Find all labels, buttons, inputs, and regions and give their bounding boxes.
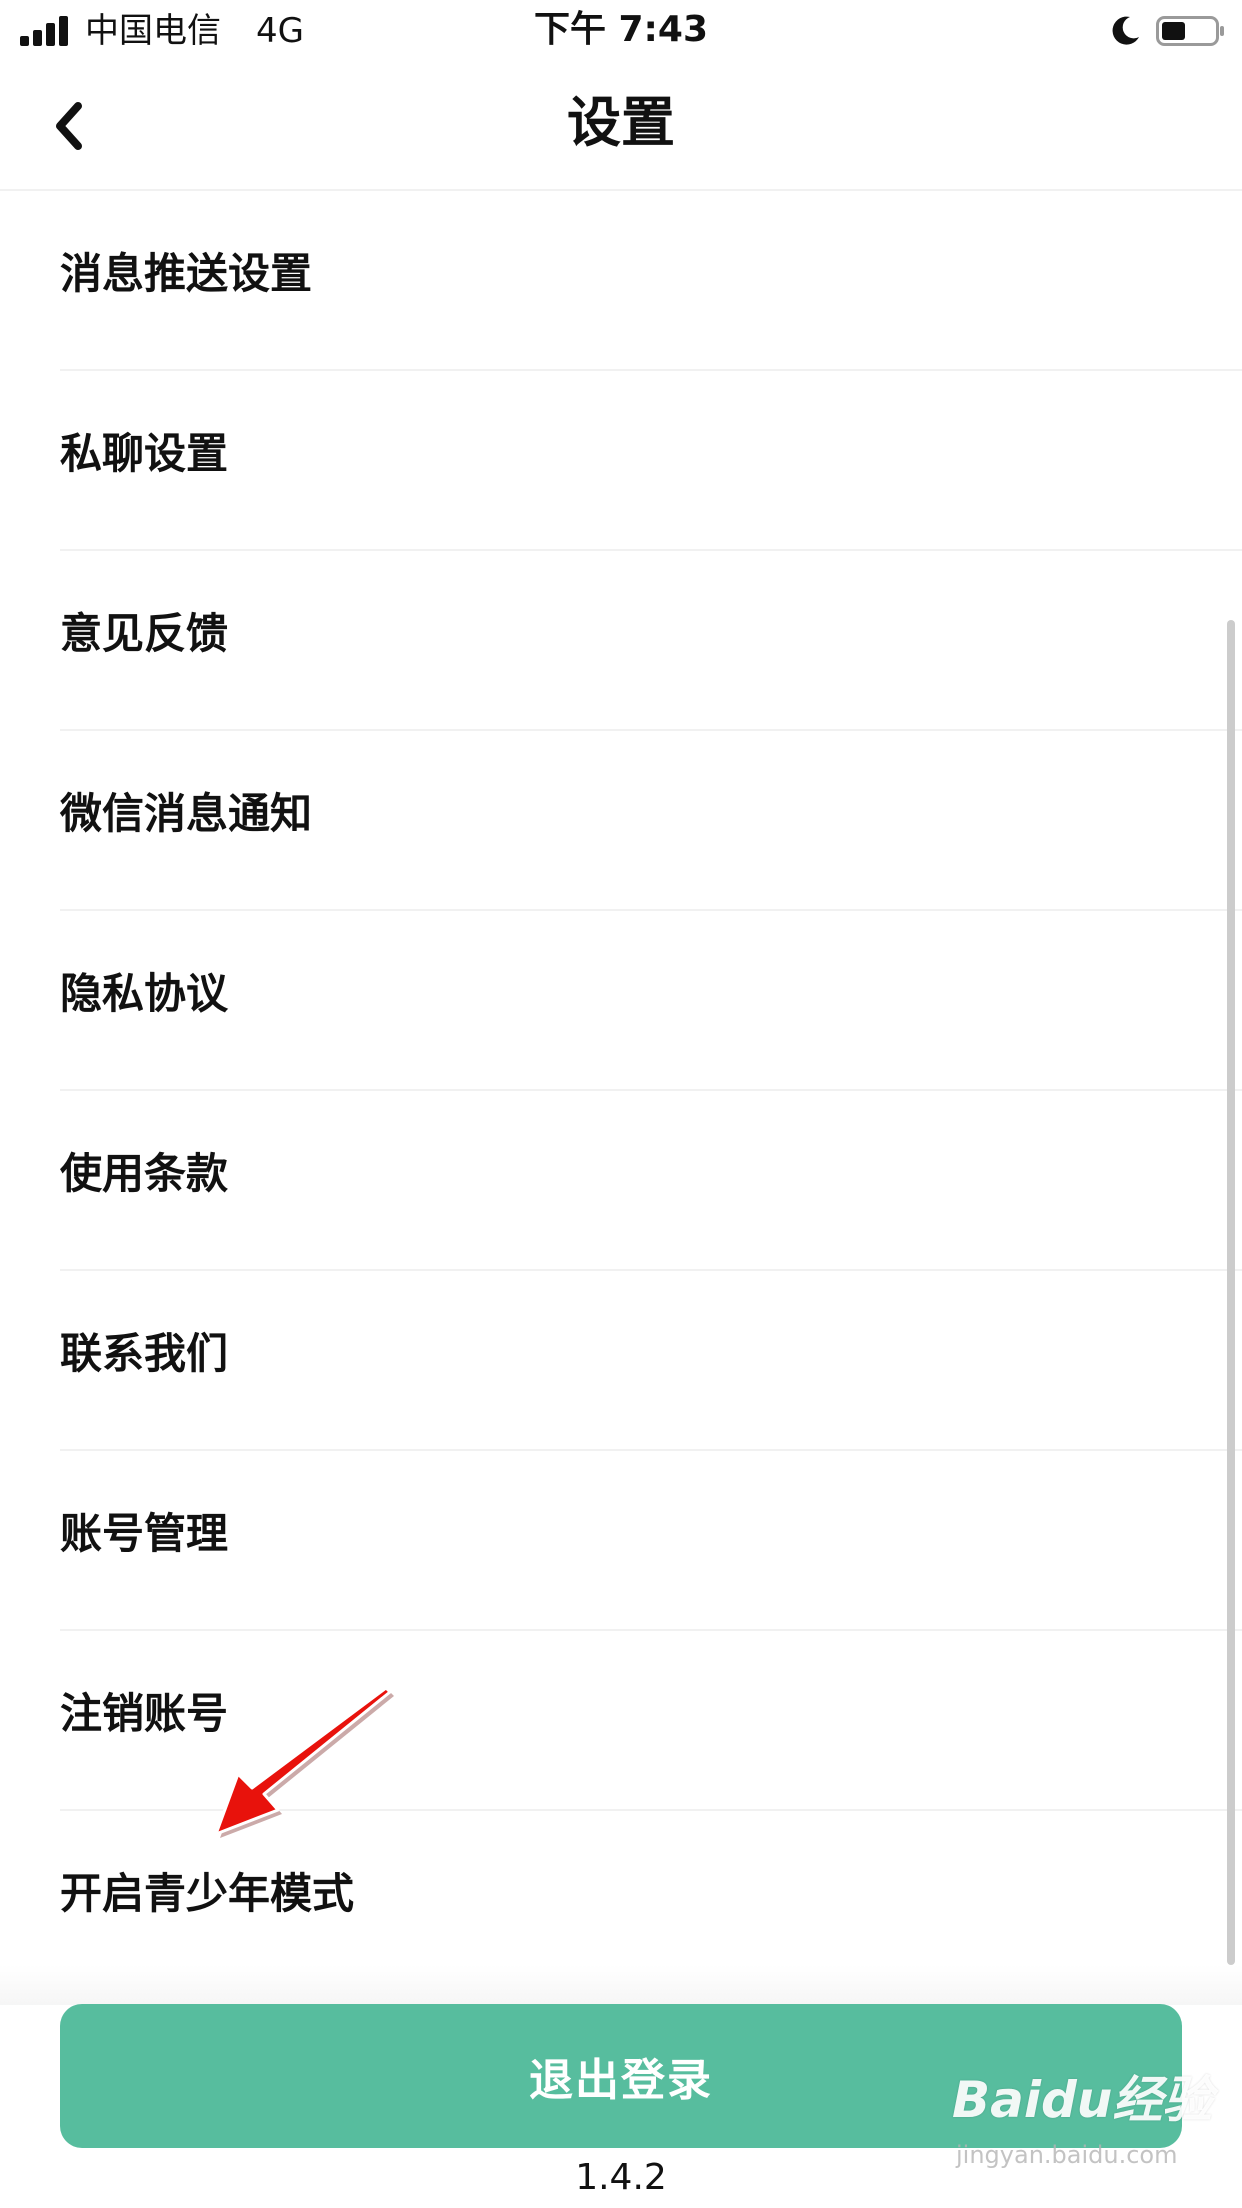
battery-icon [1156,16,1224,46]
settings-item-delete-account[interactable]: 注销账号 [0,1631,1242,1811]
logout-button[interactable]: 退出登录 [60,2004,1182,2148]
settings-item-label: 联系我们 [60,1329,229,1378]
bottom-fade [0,1965,1242,2005]
settings-item-private-chat[interactable]: 私聊设置 [0,371,1242,551]
settings-item-label: 账号管理 [60,1509,229,1558]
settings-item-label: 使用条款 [60,1149,229,1198]
settings-item-push-notifications[interactable]: 消息推送设置 [0,191,1242,371]
settings-item-label: 意见反馈 [60,609,229,658]
settings-item-label: 私聊设置 [60,429,229,478]
settings-item-label: 隐私协议 [60,969,229,1018]
settings-item-privacy-policy[interactable]: 隐私协议 [0,911,1242,1091]
status-time: 下午 7:43 [533,9,709,50]
settings-item-account-management[interactable]: 账号管理 [0,1451,1242,1631]
settings-screen: 中国电信 4G 下午 7:43 设置 消息推送设置 私聊设置 意见反馈 微信消息… [0,0,1242,2208]
settings-item-label: 消息推送设置 [60,249,313,298]
settings-item-terms-of-use[interactable]: 使用条款 [0,1091,1242,1271]
settings-item-label: 注销账号 [60,1689,229,1738]
settings-item-label: 开启青少年模式 [60,1869,355,1918]
nav-bar: 设置 [0,62,1242,191]
settings-item-teen-mode[interactable]: 开启青少年模式 [0,1811,1242,1991]
scrollbar[interactable] [1227,620,1235,1965]
settings-item-feedback[interactable]: 意见反馈 [0,551,1242,731]
app-version: 1.4.2 [575,2157,667,2198]
status-bar: 中国电信 4G 下午 7:43 [0,0,1242,62]
settings-item-contact-us[interactable]: 联系我们 [0,1271,1242,1451]
settings-list: 消息推送设置 私聊设置 意见反馈 微信消息通知 隐私协议 使用条款 联系我们 账… [0,191,1242,1991]
battery-level-fill [1162,22,1185,40]
moon-icon [1112,16,1139,45]
page-title: 设置 [567,91,675,154]
settings-item-wechat-notifications[interactable]: 微信消息通知 [0,731,1242,911]
settings-item-label: 微信消息通知 [60,789,313,838]
